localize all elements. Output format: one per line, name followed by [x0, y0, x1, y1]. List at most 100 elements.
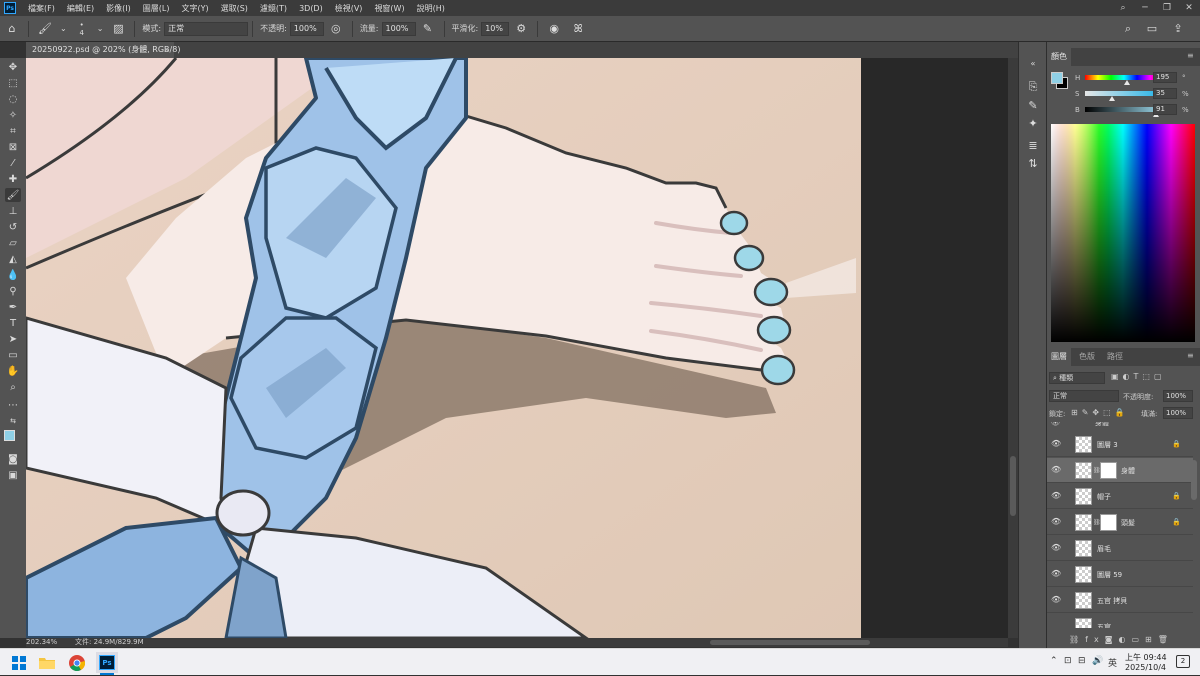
- move-tool-icon[interactable]: ✥: [5, 60, 21, 74]
- swap-colors-icon[interactable]: ⇆: [5, 414, 21, 428]
- photoshop-logo-icon[interactable]: Ps: [4, 2, 16, 14]
- eye-icon[interactable]: 👁: [1051, 492, 1061, 500]
- quick-mask-icon[interactable]: ◙: [5, 452, 21, 466]
- brightness-value-field[interactable]: 91: [1153, 104, 1177, 115]
- path-selection-tool-icon[interactable]: ➤: [5, 332, 21, 346]
- hand-tool-icon[interactable]: ✋: [5, 364, 21, 378]
- artwork-canvas[interactable]: [26, 58, 861, 638]
- tab-color[interactable]: 顏色: [1047, 48, 1071, 66]
- clock-date[interactable]: 2025/10/4: [1125, 663, 1166, 672]
- close-tab-icon[interactable]: ×: [163, 42, 170, 58]
- chrome-icon[interactable]: [66, 652, 88, 673]
- layer-row[interactable]: 👁 ⛓ 頭髮 🔒: [1047, 510, 1193, 535]
- menu-select[interactable]: 選取(S): [215, 3, 254, 14]
- layers-scrollbar-thumb[interactable]: [1191, 460, 1197, 500]
- layer-name[interactable]: 頭髮: [1121, 518, 1135, 528]
- zoom-level[interactable]: 202.34%: [26, 638, 57, 647]
- layer-thumbnail[interactable]: [1075, 540, 1092, 557]
- smoothing-settings-gear-icon[interactable]: ⚙: [513, 21, 529, 37]
- notification-center-icon[interactable]: 2: [1176, 655, 1190, 668]
- layer-fill-field[interactable]: 100%: [1163, 407, 1193, 419]
- layer-row[interactable]: 👁 圖層 59: [1047, 562, 1193, 587]
- more-tools-icon[interactable]: ⋯: [5, 398, 21, 412]
- layer-filter-icons[interactable]: ▣◐T⬚▢: [1111, 372, 1166, 381]
- layer-name[interactable]: 帽子: [1097, 492, 1111, 502]
- lasso-tool-icon[interactable]: ◌: [5, 92, 21, 106]
- menu-image[interactable]: 影像(I): [100, 3, 137, 14]
- dropdown-arrow-icon[interactable]: ⌄: [60, 24, 67, 33]
- brush-tool-icon[interactable]: 🖌: [5, 188, 21, 202]
- tool-presets-panel-icon[interactable]: ✦: [1025, 116, 1041, 130]
- menu-view[interactable]: 檢視(V): [329, 3, 369, 14]
- pen-tool-icon[interactable]: ✒: [5, 300, 21, 314]
- hue-slider-thumb[interactable]: [1124, 80, 1131, 85]
- airbrush-icon[interactable]: ✎: [420, 21, 436, 37]
- menu-filter[interactable]: 濾鏡(T): [254, 3, 293, 14]
- layer-thumbnail[interactable]: [1075, 488, 1092, 505]
- layer-row[interactable]: 👁 ⛓ 身體: [1047, 458, 1193, 483]
- marquee-tool-icon[interactable]: ⬚: [5, 76, 21, 90]
- saturation-slider[interactable]: [1085, 91, 1163, 96]
- hue-value-field[interactable]: 195: [1153, 72, 1177, 83]
- network-icon[interactable]: ⊟: [1078, 656, 1086, 666]
- tab-channels[interactable]: 色版: [1075, 348, 1099, 366]
- document-tab[interactable]: 20250922.psd @ 202% (身體, RGB/8) ×: [26, 42, 180, 58]
- vertical-scrollbar[interactable]: [1008, 58, 1018, 638]
- layer-thumbnail[interactable]: [1075, 592, 1092, 609]
- layer-thumbnail[interactable]: [1075, 618, 1092, 628]
- layer-row[interactable]: 五官: [1047, 614, 1193, 628]
- workspace-switcher-icon[interactable]: ▭: [1144, 21, 1160, 37]
- ime-indicator[interactable]: 英: [1108, 656, 1117, 669]
- layer-filter-select[interactable]: ⌕ 種類: [1049, 372, 1105, 384]
- layer-name[interactable]: 五官: [1097, 622, 1111, 628]
- layer-row[interactable]: 👁 圖層 3 🔒: [1047, 432, 1193, 457]
- pressure-size-icon[interactable]: ◉: [546, 21, 562, 37]
- photoshop-icon[interactable]: Ps: [96, 652, 118, 673]
- scrollbar-thumb[interactable]: [710, 640, 870, 645]
- layer-thumbnail[interactable]: [1075, 436, 1092, 453]
- horizontal-scrollbar[interactable]: [160, 638, 1008, 647]
- dodge-tool-icon[interactable]: ⚲: [5, 284, 21, 298]
- home-icon[interactable]: ⌂: [4, 21, 20, 37]
- collapse-panels-icon[interactable]: «: [1025, 56, 1041, 70]
- flow-field[interactable]: 100%: [381, 21, 416, 36]
- layer-name[interactable]: 五官 拷貝: [1097, 596, 1127, 606]
- eye-icon[interactable]: [1051, 622, 1061, 628]
- layer-thumbnail[interactable]: [1075, 566, 1092, 583]
- zoom-tool-icon[interactable]: ⌕: [5, 380, 21, 394]
- menu-edit[interactable]: 編輯(E): [61, 3, 100, 14]
- saturation-value-field[interactable]: 35: [1153, 88, 1177, 99]
- blur-tool-icon[interactable]: 💧: [5, 268, 21, 282]
- adjustments-panel-icon[interactable]: ⇅: [1025, 156, 1041, 170]
- menu-type[interactable]: 文字(Y): [175, 3, 214, 14]
- smoothing-field[interactable]: 10%: [481, 21, 510, 36]
- layer-thumbnail[interactable]: [1075, 514, 1092, 531]
- volume-icon[interactable]: 🔊: [1092, 656, 1103, 666]
- search-workspace-icon[interactable]: ⌕: [1120, 21, 1136, 37]
- search-icon[interactable]: ⌕: [1112, 3, 1134, 13]
- eyedropper-tool-icon[interactable]: ⁄: [5, 156, 21, 170]
- layer-mask-thumbnail[interactable]: [1100, 514, 1117, 531]
- layer-name[interactable]: 圖層 59: [1097, 570, 1122, 580]
- scrollbar-thumb[interactable]: [1010, 456, 1016, 516]
- eye-icon[interactable]: 👁: [1051, 544, 1061, 552]
- clone-stamp-tool-icon[interactable]: ⊥: [5, 204, 21, 218]
- symmetry-butterfly-icon[interactable]: ꕤ: [570, 21, 586, 37]
- tab-layers[interactable]: 圖層: [1047, 348, 1071, 366]
- restore-icon[interactable]: ❐: [1156, 3, 1178, 13]
- eraser-tool-icon[interactable]: ▱: [5, 236, 21, 250]
- brightness-slider[interactable]: [1085, 107, 1163, 112]
- dropdown-arrow-icon[interactable]: ⌄: [97, 24, 104, 33]
- eye-icon[interactable]: 👁: [1051, 422, 1060, 427]
- eye-icon[interactable]: 👁: [1051, 570, 1061, 578]
- panel-menu-icon[interactable]: ≡: [1187, 52, 1195, 60]
- layer-name[interactable]: 圖層 3: [1097, 440, 1118, 450]
- paint-bucket-tool-icon[interactable]: ◭: [5, 252, 21, 266]
- menu-help[interactable]: 說明(H): [411, 3, 451, 14]
- layer-opacity-field[interactable]: 100%: [1163, 390, 1193, 402]
- eye-icon[interactable]: 👁: [1051, 518, 1061, 526]
- brush-tool-icon[interactable]: 🖌: [37, 21, 53, 37]
- quick-select-tool-icon[interactable]: ✧: [5, 108, 21, 122]
- clock-time[interactable]: 上午 09:44: [1125, 652, 1167, 663]
- eye-icon[interactable]: 👁: [1051, 466, 1061, 474]
